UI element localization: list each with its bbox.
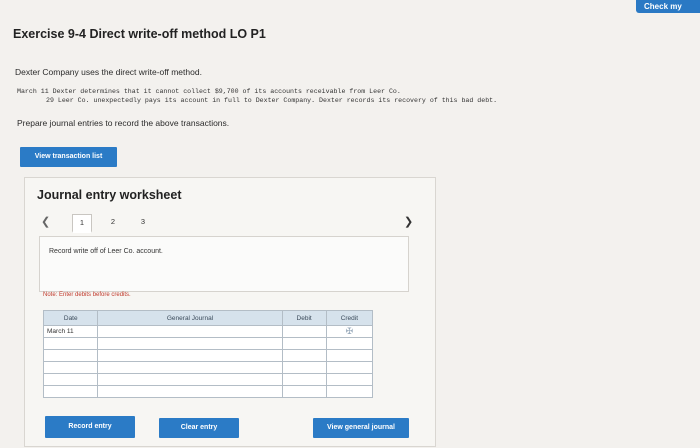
credit-cell[interactable] bbox=[325, 349, 374, 362]
exercise-intro: Dexter Company uses the direct write-off… bbox=[15, 67, 202, 77]
chevron-left-icon[interactable]: ❮ bbox=[41, 215, 50, 228]
account-cell[interactable] bbox=[97, 385, 283, 398]
view-general-journal-button[interactable]: View general journal bbox=[313, 418, 409, 438]
chevron-right-icon[interactable]: ❯ bbox=[404, 215, 413, 228]
table-row: March 11 ✠ bbox=[42, 325, 374, 338]
exercise-title: Exercise 9-4 Direct write-off method LO … bbox=[13, 27, 266, 41]
date-cell[interactable] bbox=[42, 385, 99, 398]
worksheet-pager: ❮ 1 2 3 ❯ bbox=[41, 214, 421, 233]
account-cell[interactable] bbox=[97, 373, 283, 386]
credit-cell[interactable]: ✠ bbox=[325, 325, 374, 338]
journal-table: Date General Journal Debit Credit March … bbox=[42, 310, 374, 398]
instruction-box: Record write off of Leer Co. account. bbox=[39, 236, 409, 292]
header-credit: Credit bbox=[325, 310, 374, 326]
instruction-text: Record write off of Leer Co. account. bbox=[49, 248, 163, 255]
credit-cell[interactable] bbox=[325, 373, 374, 386]
date-cell[interactable] bbox=[42, 349, 99, 362]
transaction-line-march-29: 29 Leer Co. unexpectedly pays its accoun… bbox=[46, 97, 498, 104]
date-cell[interactable] bbox=[42, 373, 99, 386]
account-cell[interactable] bbox=[97, 349, 283, 362]
account-cell[interactable] bbox=[97, 337, 283, 350]
record-entry-button[interactable]: Record entry bbox=[45, 416, 135, 438]
view-transaction-list-button[interactable]: View transaction list bbox=[20, 147, 117, 167]
header-debit: Debit bbox=[281, 310, 327, 326]
check-my-work-button[interactable]: Check my bbox=[636, 0, 700, 13]
page-tab-3[interactable]: 3 bbox=[134, 214, 152, 230]
header-date: Date bbox=[42, 310, 99, 326]
credit-cell[interactable] bbox=[325, 337, 374, 350]
debits-note: Note: Enter debits before credits. bbox=[43, 292, 131, 298]
credit-cell[interactable] bbox=[325, 361, 374, 374]
debit-cell[interactable] bbox=[281, 337, 327, 350]
debit-cell[interactable] bbox=[281, 325, 327, 338]
page-tab-1[interactable]: 1 bbox=[72, 214, 92, 233]
date-cell[interactable] bbox=[42, 361, 99, 374]
table-row bbox=[42, 361, 374, 374]
debit-cell[interactable] bbox=[281, 373, 327, 386]
move-cursor-icon: ✠ bbox=[345, 326, 354, 336]
debit-cell[interactable] bbox=[281, 385, 327, 398]
journal-entry-worksheet: Journal entry worksheet ❮ 1 2 3 ❯ Record… bbox=[24, 177, 436, 447]
date-cell[interactable] bbox=[42, 337, 99, 350]
date-cell[interactable]: March 11 bbox=[42, 325, 99, 338]
account-cell[interactable] bbox=[97, 361, 283, 374]
exercise-prompt: Prepare journal entries to record the ab… bbox=[17, 118, 230, 128]
table-row bbox=[42, 373, 374, 386]
worksheet-title: Journal entry worksheet bbox=[37, 188, 182, 202]
table-row bbox=[42, 349, 374, 362]
header-general-journal: General Journal bbox=[97, 310, 283, 326]
debit-cell[interactable] bbox=[281, 361, 327, 374]
clear-entry-button[interactable]: Clear entry bbox=[159, 418, 239, 438]
page-tab-2[interactable]: 2 bbox=[104, 214, 122, 230]
account-cell[interactable] bbox=[97, 325, 283, 338]
transaction-line-march-11: March 11 Dexter determines that it canno… bbox=[17, 88, 401, 95]
debit-cell[interactable] bbox=[281, 349, 327, 362]
table-row bbox=[42, 385, 374, 398]
table-row bbox=[42, 337, 374, 350]
credit-cell[interactable] bbox=[325, 385, 374, 398]
